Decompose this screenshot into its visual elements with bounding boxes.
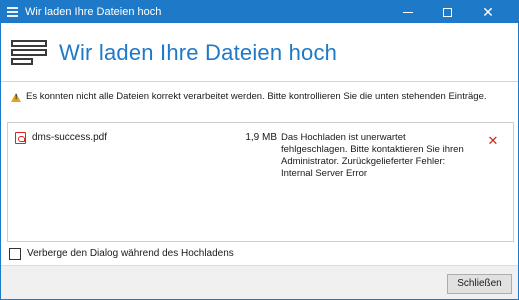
maximize-button[interactable] bbox=[428, 1, 466, 23]
page-title: Wir laden Ihre Dateien hoch bbox=[59, 40, 338, 65]
remove-file-button[interactable]: ✕ bbox=[486, 134, 500, 148]
window-title: Wir laden Ihre Dateien hoch bbox=[25, 6, 162, 18]
close-button[interactable]: Schließen bbox=[447, 274, 512, 294]
title-bar[interactable]: Wir laden Ihre Dateien hoch ✕ bbox=[1, 1, 518, 23]
pdf-file-icon bbox=[15, 132, 26, 144]
hide-dialog-label[interactable]: Verberge den Dialog während des Hochlade… bbox=[27, 248, 234, 260]
app-menu-icon bbox=[7, 7, 18, 17]
file-size: 1,9 MB bbox=[245, 132, 277, 143]
upload-dialog-window: Wir laden Ihre Dateien hoch ✕ Wir laden … bbox=[0, 0, 519, 300]
file-error-message: Das Hochladen ist unerwartet fehlgeschla… bbox=[281, 132, 464, 179]
file-row: dms-success.pdf 1,9 MB Das Hochladen ist… bbox=[8, 129, 513, 191]
header-divider bbox=[1, 81, 518, 82]
file-list: dms-success.pdf 1,9 MB Das Hochladen ist… bbox=[7, 122, 514, 242]
window-close-button[interactable]: ✕ bbox=[469, 1, 507, 23]
upload-list-icon bbox=[11, 38, 47, 68]
dialog-header: Wir laden Ihre Dateien hoch bbox=[1, 23, 518, 81]
dialog-footer: Schließen bbox=[1, 265, 518, 299]
warning-text: Es konnten nicht alle Dateien korrekt ve… bbox=[26, 91, 487, 102]
minimize-icon bbox=[403, 12, 413, 14]
file-name: dms-success.pdf bbox=[32, 132, 108, 143]
hide-dialog-checkbox[interactable] bbox=[9, 248, 21, 260]
maximize-icon bbox=[442, 8, 452, 18]
minimize-button[interactable] bbox=[389, 1, 427, 23]
warning-icon bbox=[11, 93, 21, 102]
